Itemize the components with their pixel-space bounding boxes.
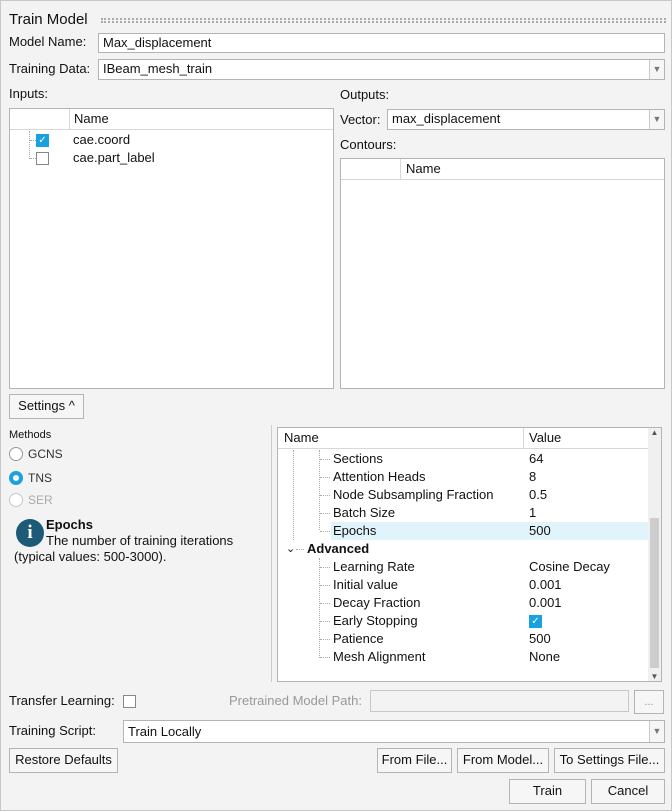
- training-data-select[interactable]: IBeam_mesh_train ▼: [98, 59, 665, 80]
- methods-label: Methods: [9, 429, 52, 441]
- train-button[interactable]: Train: [509, 779, 586, 804]
- restore-defaults-button[interactable]: Restore Defaults: [9, 748, 118, 773]
- browse-button: ...: [634, 690, 664, 714]
- chevron-down-icon: ▼: [649, 60, 664, 79]
- contours-table: Name: [340, 158, 665, 389]
- param-row-mesh-alignment[interactable]: Mesh Alignment None: [278, 648, 648, 666]
- settings-toggle-button[interactable]: Settings ^: [9, 394, 84, 419]
- splitter[interactable]: [271, 425, 272, 682]
- training-data-value: IBeam_mesh_train: [103, 61, 213, 76]
- param-row-initial-value[interactable]: Initial value 0.001: [278, 576, 648, 594]
- param-row-node-subsampling[interactable]: Node Subsampling Fraction 0.5: [278, 486, 648, 504]
- info-text-2: (typical values: 500-3000).: [14, 549, 167, 564]
- chevron-down-icon: ▼: [649, 110, 664, 129]
- training-script-select[interactable]: Train Locally ▼: [123, 720, 665, 743]
- checkbox-checked[interactable]: ✓: [36, 134, 49, 147]
- vector-value: max_displacement: [392, 111, 501, 126]
- parameters-tree: Name Value ▲ ▼ Sections 64 Attention Heads…: [277, 427, 662, 682]
- list-item[interactable]: cae.part_label: [10, 149, 320, 167]
- training-script-label: Training Script:: [9, 723, 96, 738]
- scrollbar-thumb[interactable]: [650, 518, 659, 668]
- checkbox[interactable]: [36, 152, 49, 165]
- param-row-decay-fraction[interactable]: Decay Fraction 0.001: [278, 594, 648, 612]
- param-row-attention-heads[interactable]: Attention Heads 8: [278, 468, 648, 486]
- param-row-learning-rate[interactable]: Learning Rate Cosine Decay: [278, 558, 648, 576]
- list-item[interactable]: ✓ cae.coord: [10, 131, 320, 149]
- group-label: Advanced: [307, 541, 370, 556]
- inputs-header-name: Name: [74, 111, 109, 126]
- to-settings-file-button[interactable]: To Settings File...: [554, 748, 665, 773]
- param-row-early-stopping[interactable]: Early Stopping ✓: [278, 612, 648, 630]
- from-file-button[interactable]: From File...: [377, 748, 452, 773]
- param-row-patience[interactable]: Patience 500: [278, 630, 648, 648]
- scrollbar[interactable]: ▲ ▼: [648, 428, 661, 681]
- pretrained-path-label: Pretrained Model Path:: [229, 693, 362, 708]
- transfer-learning-checkbox[interactable]: [123, 695, 136, 708]
- chevron-down-icon: ▼: [649, 721, 664, 742]
- vector-select[interactable]: max_displacement ▼: [387, 109, 665, 130]
- dialog-title: Train Model: [9, 11, 88, 28]
- from-model-button[interactable]: From Model...: [457, 748, 549, 773]
- model-name-label: Model Name:: [9, 34, 87, 49]
- param-row-batch-size[interactable]: Batch Size 1: [278, 504, 648, 522]
- contours-label: Contours:: [340, 137, 397, 152]
- drag-grip[interactable]: [101, 18, 666, 23]
- pretrained-path-input: [370, 690, 629, 712]
- inputs-label: Inputs:: [9, 86, 49, 101]
- params-header-name: Name: [284, 430, 319, 445]
- input-label: cae.part_label: [73, 150, 155, 165]
- training-data-label: Training Data:: [9, 61, 91, 76]
- vector-label: Vector:: [340, 112, 381, 127]
- chevron-down-icon[interactable]: ⌄: [286, 540, 295, 558]
- outputs-label: Outputs:: [340, 87, 390, 102]
- params-header-value: Value: [529, 430, 562, 445]
- cancel-button[interactable]: Cancel: [591, 779, 665, 804]
- input-label: cae.coord: [73, 132, 131, 147]
- param-row-epochs-selected[interactable]: Epochs 500: [278, 522, 648, 540]
- contours-header-name: Name: [406, 161, 441, 176]
- inputs-table: Name ✓ cae.coord cae.part_label: [9, 108, 334, 389]
- transfer-learning-label: Transfer Learning:: [9, 693, 115, 708]
- training-script-value: Train Locally: [128, 724, 202, 739]
- early-stopping-checkbox[interactable]: ✓: [529, 615, 542, 628]
- model-name-input[interactable]: Max_displacement: [98, 33, 665, 53]
- param-row-sections[interactable]: Sections 64: [278, 450, 648, 468]
- info-icon: i: [16, 519, 44, 547]
- group-advanced[interactable]: ⌄ Advanced: [278, 540, 648, 558]
